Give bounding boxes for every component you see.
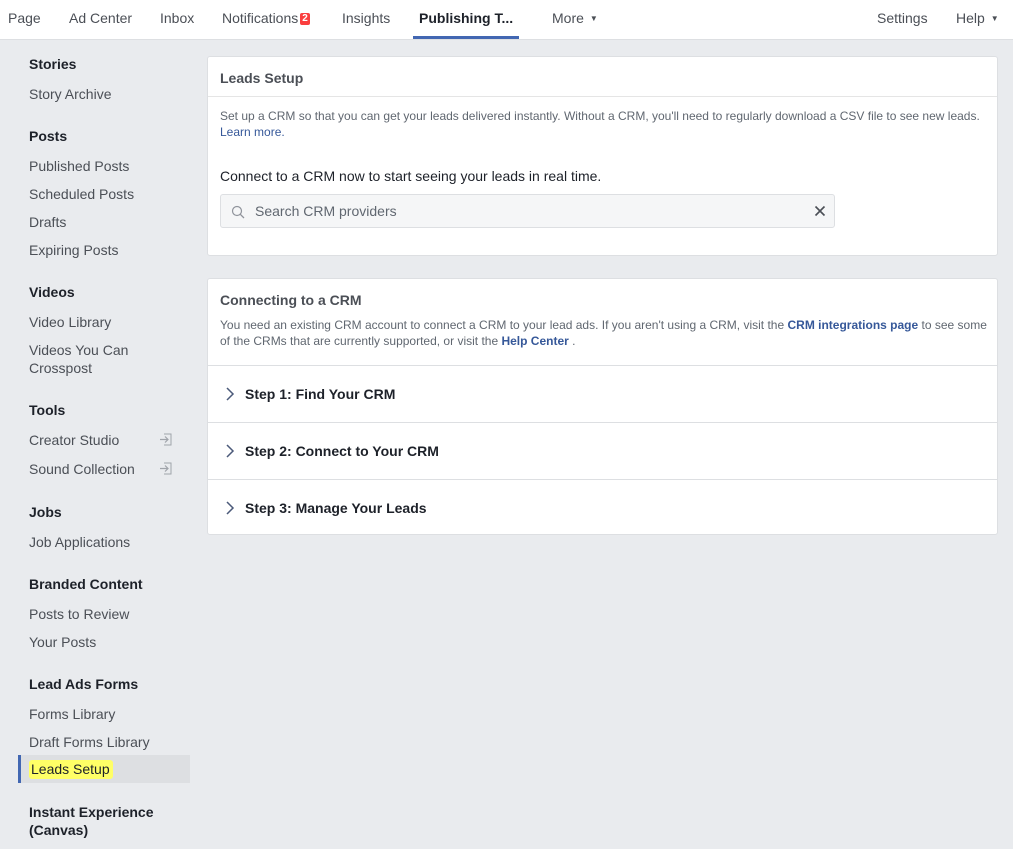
leads-setup-card: Leads Setup Set up a CRM so that you can… bbox=[207, 56, 998, 256]
tab-ad-center[interactable]: Ad Center bbox=[69, 0, 132, 39]
notification-badge: 2 bbox=[300, 13, 310, 25]
sidebar-heading-jobs: Jobs bbox=[29, 504, 62, 520]
tab-inbox[interactable]: Inbox bbox=[160, 0, 194, 39]
sidebar-item-drafts[interactable]: Drafts bbox=[29, 213, 179, 231]
sidebar-item-forms-library[interactable]: Forms Library bbox=[29, 705, 179, 723]
tab-notifications[interactable]: Notifications 2 bbox=[222, 0, 310, 39]
connecting-description: You need an existing CRM account to conn… bbox=[220, 317, 995, 349]
help-label: Help bbox=[956, 10, 985, 26]
settings-link[interactable]: Settings bbox=[877, 0, 928, 39]
sidebar-item-scheduled-posts[interactable]: Scheduled Posts bbox=[29, 185, 179, 203]
description-text: Set up a CRM so that you can get your le… bbox=[220, 109, 980, 123]
external-link-icon[interactable] bbox=[159, 433, 172, 446]
step-3-accordion[interactable]: Step 3: Manage Your Leads bbox=[208, 479, 997, 536]
sidebar-heading-tools: Tools bbox=[29, 402, 66, 418]
connect-prompt: Connect to a CRM now to start seeing you… bbox=[220, 168, 602, 184]
sidebar-heading-videos: Videos bbox=[29, 284, 75, 300]
crm-search-box bbox=[220, 194, 835, 228]
chevron-right-icon bbox=[226, 501, 235, 515]
search-icon bbox=[231, 205, 245, 219]
tab-label: Inbox bbox=[160, 10, 195, 26]
card-title: Connecting to a CRM bbox=[220, 292, 362, 308]
settings-label: Settings bbox=[877, 10, 928, 26]
external-link-icon[interactable] bbox=[159, 462, 172, 475]
tab-label: Notifications bbox=[222, 10, 299, 26]
top-nav: Page Ad Center Inbox Notifications 2 Insi… bbox=[0, 0, 1013, 40]
step-label: Step 2: Connect to Your CRM bbox=[245, 443, 439, 459]
crm-search-input[interactable] bbox=[255, 195, 795, 227]
description-text: You need an existing CRM account to conn… bbox=[220, 318, 788, 332]
sidebar-item-published-posts[interactable]: Published Posts bbox=[29, 157, 179, 175]
crm-integrations-link[interactable]: CRM integrations page bbox=[787, 318, 918, 332]
sidebar-item-leads-setup[interactable]: Leads Setup bbox=[18, 755, 190, 783]
sidebar-heading-branded-content: Branded Content bbox=[29, 576, 143, 592]
tab-label: Publishing T... bbox=[419, 10, 514, 26]
tab-label: Page bbox=[8, 10, 41, 26]
sidebar-item-story-archive[interactable]: Story Archive bbox=[29, 85, 179, 103]
divider bbox=[208, 96, 997, 97]
help-menu[interactable]: Help ▼ bbox=[956, 0, 999, 39]
leads-setup-description: Set up a CRM so that you can get your le… bbox=[220, 108, 990, 140]
clear-search-icon[interactable] bbox=[814, 205, 826, 217]
tab-label: Ad Center bbox=[69, 10, 133, 26]
tab-label: More bbox=[552, 10, 584, 26]
tab-more[interactable]: More ▼ bbox=[552, 0, 598, 39]
sidebar-heading-stories: Stories bbox=[29, 56, 77, 72]
step-2-accordion[interactable]: Step 2: Connect to Your CRM bbox=[208, 422, 997, 479]
tab-insights[interactable]: Insights bbox=[342, 0, 390, 39]
connecting-crm-card: Connecting to a CRM You need an existing… bbox=[207, 278, 998, 535]
sidebar-heading-instant-experience: Instant Experience (Canvas) bbox=[29, 804, 154, 838]
sidebar-item-job-applications[interactable]: Job Applications bbox=[29, 533, 179, 551]
chevron-right-icon bbox=[226, 444, 235, 458]
chevron-right-icon bbox=[226, 387, 235, 401]
tab-page[interactable]: Page bbox=[8, 0, 41, 39]
sidebar-heading-posts: Posts bbox=[29, 128, 68, 144]
tab-publishing-tools[interactable]: Publishing T... bbox=[412, 0, 520, 39]
help-center-link[interactable]: Help Center bbox=[501, 334, 568, 348]
sidebar-item-posts-to-review[interactable]: Posts to Review bbox=[29, 605, 179, 623]
sidebar-item-draft-forms-library[interactable]: Draft Forms Library bbox=[29, 733, 179, 751]
step-1-accordion[interactable]: Step 1: Find Your CRM bbox=[208, 365, 997, 422]
sidebar-item-videos-crosspost[interactable]: Videos You Can Crosspost bbox=[29, 341, 139, 377]
card-title: Leads Setup bbox=[220, 70, 304, 86]
caret-down-icon: ▼ bbox=[990, 14, 999, 23]
caret-down-icon: ▼ bbox=[589, 14, 598, 23]
sidebar-item-your-posts[interactable]: Your Posts bbox=[29, 633, 179, 651]
sidebar-heading-lead-ads-forms: Lead Ads Forms bbox=[29, 676, 139, 692]
sidebar-item-expiring-posts[interactable]: Expiring Posts bbox=[29, 241, 179, 259]
sidebar-item-creator-studio[interactable]: Creator Studio bbox=[29, 431, 179, 449]
step-label: Step 3: Manage Your Leads bbox=[245, 500, 427, 516]
sidebar-item-label: Leads Setup bbox=[29, 760, 113, 779]
sidebar-item-sound-collection[interactable]: Sound Collection bbox=[29, 460, 179, 478]
step-label: Step 1: Find Your CRM bbox=[245, 386, 396, 402]
tab-label: Insights bbox=[342, 10, 391, 26]
description-text: . bbox=[568, 334, 576, 348]
learn-more-link[interactable]: Learn more. bbox=[220, 125, 285, 139]
sidebar-item-video-library[interactable]: Video Library bbox=[29, 313, 179, 331]
